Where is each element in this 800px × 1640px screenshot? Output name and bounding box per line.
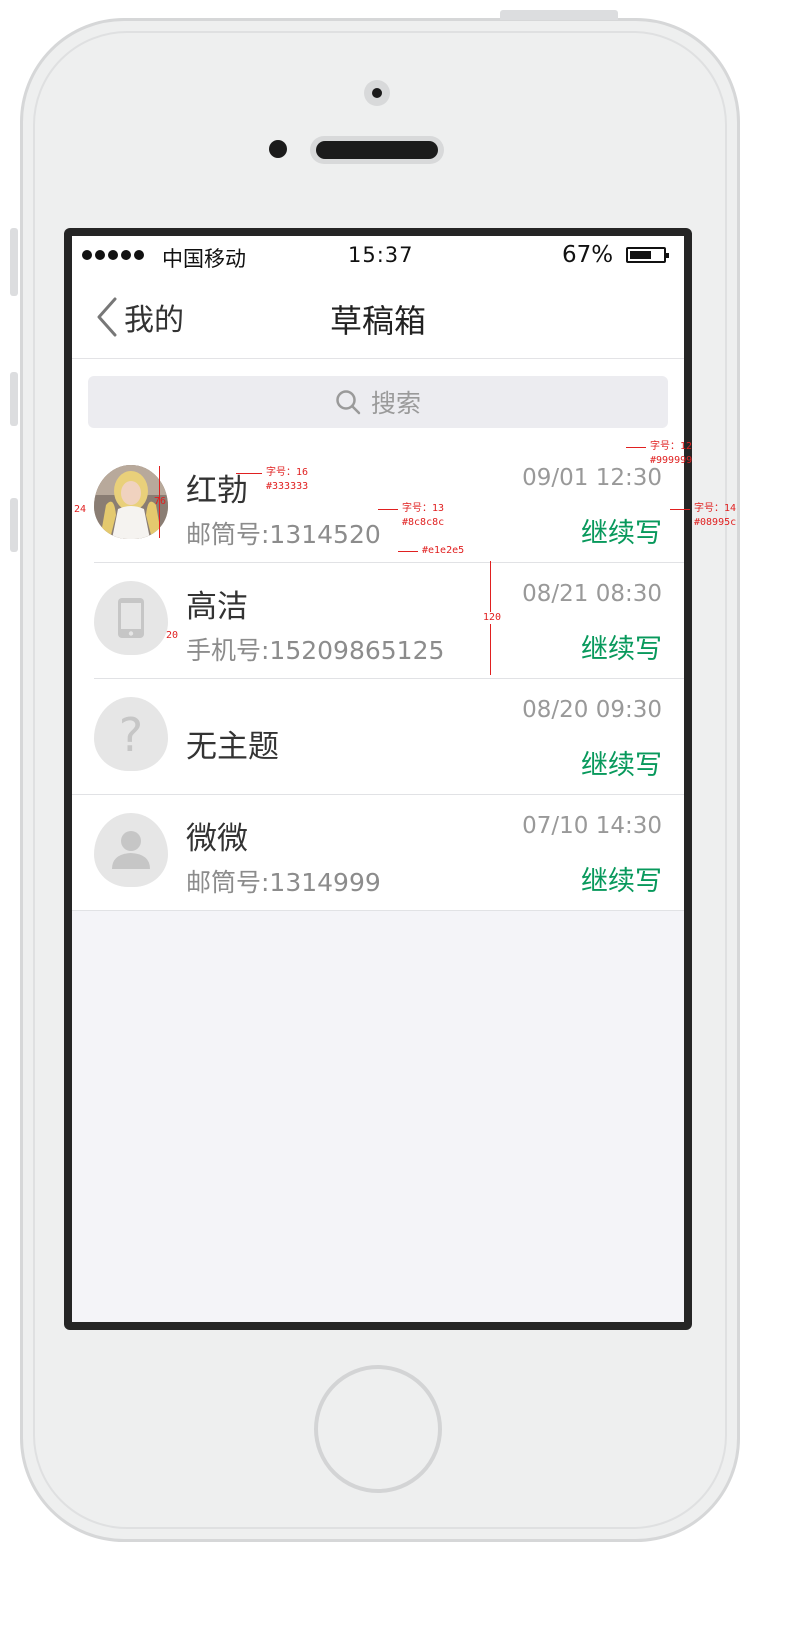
- proximity-sensor: [269, 140, 287, 158]
- draft-subtitle: 手机号:15209865125: [186, 636, 445, 665]
- list-item[interactable]: 高洁 手机号:15209865125 08/21 08:30 继续写: [72, 563, 684, 679]
- annotation-name-font: 字号：16: [266, 467, 309, 478]
- search-bar[interactable]: 搜索: [88, 376, 668, 428]
- list-item[interactable]: ? 无主题 08/20 09:30 继续写: [72, 679, 684, 795]
- annotation-divider-color: #e1e2e5: [422, 545, 465, 556]
- draft-time: 07/10 14:30: [522, 813, 662, 839]
- signal-strength-icon: [82, 250, 144, 260]
- annotation-time-color: #999999: [650, 455, 693, 466]
- annotation-leader: [236, 473, 262, 474]
- search-placeholder: 搜索: [370, 389, 421, 418]
- volume-down-button: [10, 498, 18, 552]
- draft-time: 08/20 09:30: [522, 697, 662, 723]
- draft-name: 微微: [186, 821, 248, 857]
- volume-up-button: [10, 372, 18, 426]
- annotation-row-height: 120: [483, 612, 502, 624]
- annotation-sub-color: #8c8c8c: [402, 517, 445, 528]
- draft-name: 红勃: [186, 473, 248, 509]
- battery-percent: 67%: [562, 242, 614, 268]
- draft-name: 高洁: [186, 589, 248, 625]
- continue-writing-button[interactable]: 继续写: [581, 743, 662, 782]
- svg-text:?: ?: [119, 711, 143, 757]
- annotation-leader: [626, 447, 646, 448]
- page-title: 草稿箱: [329, 302, 426, 340]
- screen: 中国移动 15:37 67% 我的 草稿箱 搜索 红勃 邮筒号:1314520 …: [72, 236, 684, 1322]
- annotation-action-color: #08995c: [694, 517, 737, 528]
- list-item[interactable]: 微微 邮筒号:1314999 07/10 14:30 继续写: [72, 795, 684, 911]
- battery-icon: [626, 247, 669, 263]
- annotation-action-font: 字号：14: [694, 503, 737, 514]
- home-button[interactable]: [314, 1365, 442, 1493]
- divider: [72, 910, 684, 911]
- mute-switch: [10, 228, 18, 296]
- annotation-time-font: 字号：12: [650, 441, 693, 452]
- draft-name: 无主题: [186, 729, 279, 765]
- phone-icon: [118, 598, 144, 638]
- draft-time: 09/01 12:30: [522, 465, 662, 491]
- annotation-avatar-size: 76: [154, 496, 167, 507]
- status-time: 15:37: [348, 243, 414, 267]
- annotation-leader: [670, 509, 690, 510]
- annotation-leader: [398, 551, 418, 552]
- continue-writing-button[interactable]: 继续写: [581, 859, 662, 898]
- phone-avatar: [94, 581, 168, 655]
- user-icon: [112, 831, 150, 869]
- draft-subtitle: 邮筒号:1314520: [186, 520, 381, 549]
- draft-time: 08/21 08:30: [522, 581, 662, 607]
- annotation-sub-font: 字号：13: [402, 503, 445, 514]
- search-area: 搜索: [72, 359, 684, 447]
- annotation-leader: [378, 509, 398, 510]
- earpiece-speaker: [310, 136, 444, 164]
- question-icon: ?: [119, 711, 143, 757]
- annotation-left-margin: 24: [74, 504, 87, 515]
- carrier-name: 中国移动: [162, 247, 246, 271]
- continue-writing-button[interactable]: 继续写: [581, 511, 662, 550]
- drafts-list: 红勃 邮筒号:1314520 09/01 12:30 继续写 高洁 手机号:15…: [72, 447, 684, 911]
- status-bar: 中国移动 15:37 67%: [72, 236, 684, 276]
- annotation-avatar-gap: 20: [166, 630, 179, 641]
- user-avatar: [94, 813, 168, 887]
- search-icon: [336, 390, 361, 415]
- continue-writing-button[interactable]: 继续写: [581, 627, 662, 666]
- navigation-bar: 我的 草稿箱: [72, 276, 684, 359]
- draft-subtitle: 邮筒号:1314999: [186, 868, 381, 897]
- annotation-name-color: #333333: [266, 481, 309, 492]
- power-button: [500, 10, 618, 20]
- front-camera: [364, 80, 390, 106]
- question-avatar: ?: [94, 697, 168, 771]
